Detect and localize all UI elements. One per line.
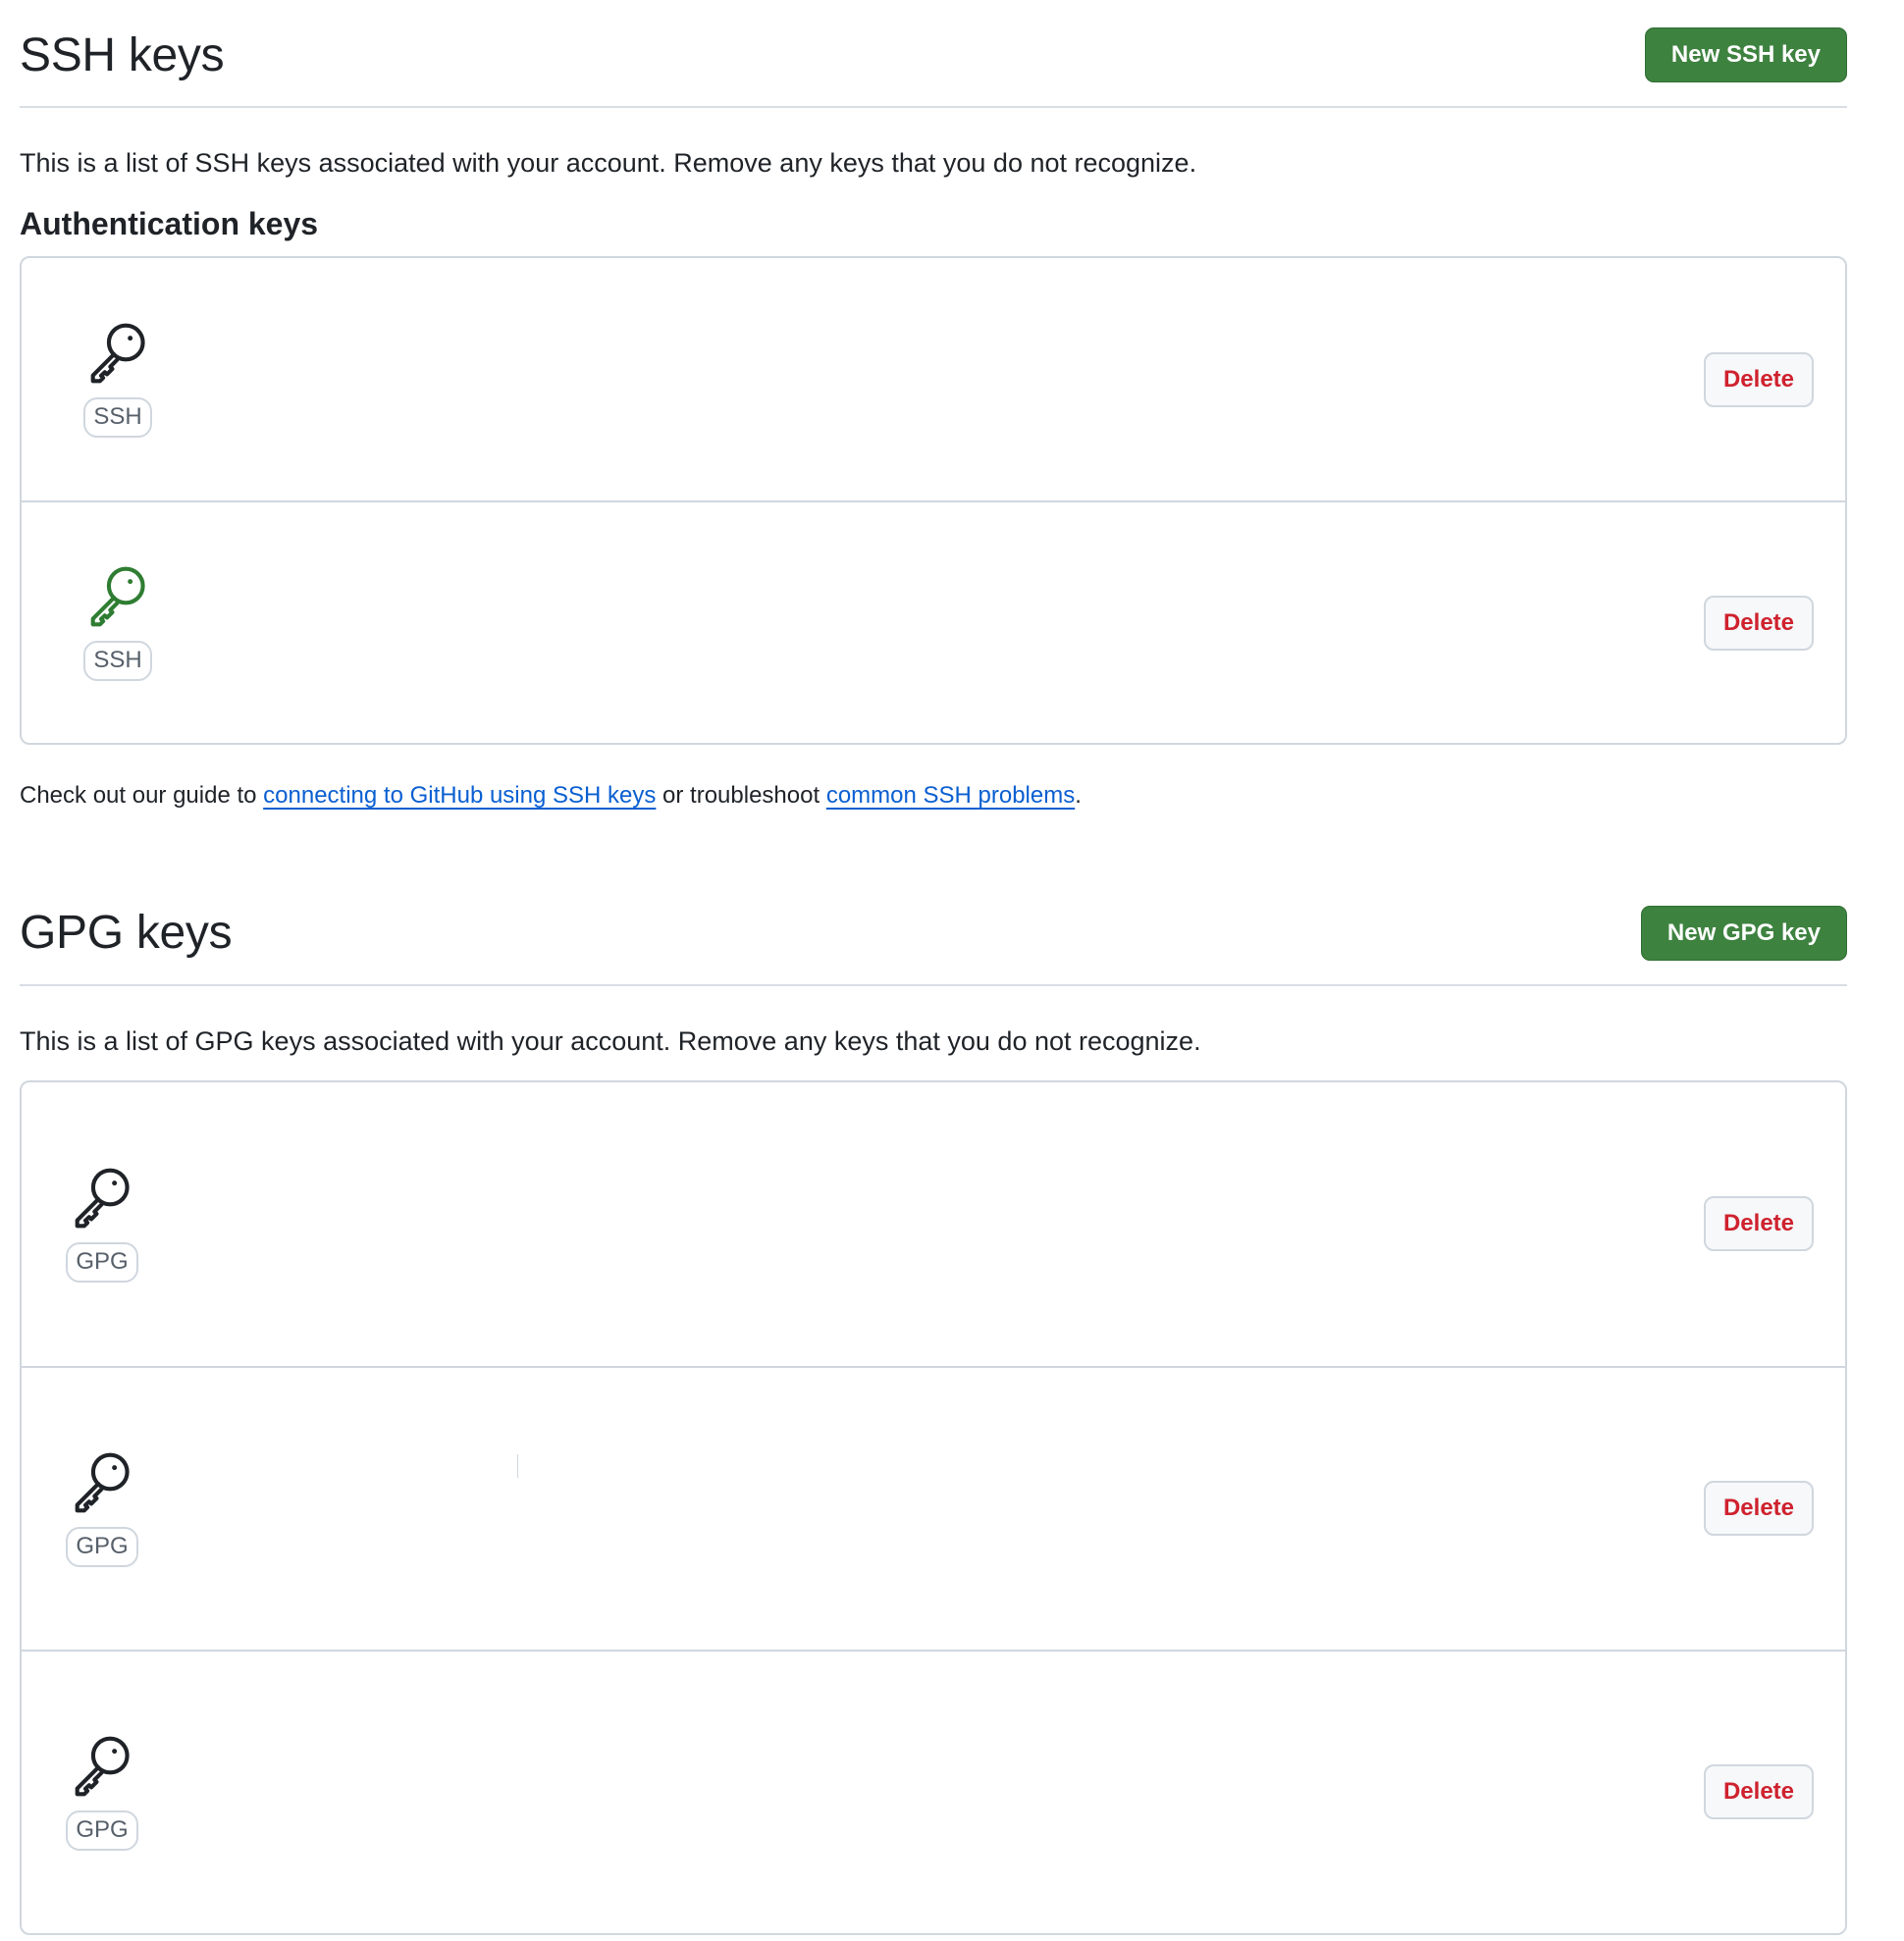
gpg-key-row: GPG Delete	[22, 1082, 1845, 1366]
key-type-indicator: SSH	[83, 564, 152, 682]
guide-suffix: .	[1075, 782, 1082, 810]
key-type-badge: SSH	[83, 397, 152, 439]
ssh-key-list: SSH Delete SSH Delete	[20, 256, 1847, 746]
key-type-indicator: GPG	[66, 1450, 138, 1567]
key-icon	[90, 567, 145, 627]
ssh-key-row: SSH Delete	[22, 500, 1845, 743]
gpg-key-list: GPG Delete GPG Delete GPG Delete	[20, 1079, 1847, 1935]
delete-gpg-key-button[interactable]: Delete	[1704, 1196, 1814, 1252]
ssh-description: This is a list of SSH keys associated wi…	[20, 148, 1197, 178]
delete-ssh-key-button[interactable]: Delete	[1704, 595, 1814, 651]
delete-ssh-key-button[interactable]: Delete	[1704, 351, 1814, 407]
ssh-section-header: SSH keys New SSH key	[20, 0, 1847, 108]
key-type-badge: GPG	[66, 1527, 138, 1567]
guide-prefix: Check out our guide to	[20, 782, 264, 810]
authentication-keys-heading: Authentication keys	[20, 206, 319, 242]
ssh-key-row: SSH Delete	[22, 258, 1845, 500]
gpg-keys-section: GPG keys New GPG key This is a list of G…	[20, 878, 1847, 1935]
ssh-guide-text: Check out our guide to connecting to Git…	[20, 780, 1847, 811]
delete-gpg-key-button[interactable]: Delete	[1704, 1481, 1814, 1537]
gpg-description: This is a list of GPG keys associated wi…	[20, 1025, 1201, 1056]
guide-middle: or troubleshoot	[656, 782, 826, 810]
gpg-key-row: GPG Delete	[22, 1649, 1845, 1933]
ssh-keys-section: SSH keys New SSH key This is a list of S…	[20, 0, 1847, 812]
new-ssh-key-button[interactable]: New SSH key	[1644, 27, 1847, 82]
key-icon	[75, 1452, 130, 1513]
ssh-keys-title: SSH keys	[20, 28, 225, 81]
key-type-indicator: GPG	[66, 1166, 138, 1283]
gpg-key-row: GPG Delete	[22, 1365, 1845, 1650]
ssh-gpg-settings-page: SSH keys New SSH key This is a list of S…	[20, 0, 1847, 1935]
new-gpg-key-button[interactable]: New GPG key	[1640, 905, 1847, 961]
gpg-keys-title: GPG keys	[20, 907, 233, 960]
key-type-indicator: GPG	[66, 1734, 138, 1851]
key-type-indicator: SSH	[83, 321, 152, 439]
key-icon	[75, 1168, 130, 1229]
common-ssh-problems-link[interactable]: common SSH problems	[826, 782, 1075, 809]
gpg-section-header: GPG keys New GPG key	[20, 878, 1847, 986]
key-type-badge: GPG	[66, 1810, 138, 1851]
text-divider	[517, 1453, 518, 1478]
key-icon	[90, 324, 145, 384]
key-type-badge: SSH	[83, 641, 152, 682]
connecting-ssh-guide-link[interactable]: connecting to GitHub using SSH keys	[263, 782, 656, 809]
delete-gpg-key-button[interactable]: Delete	[1704, 1764, 1814, 1820]
key-type-badge: GPG	[66, 1242, 138, 1283]
key-icon	[75, 1736, 130, 1797]
